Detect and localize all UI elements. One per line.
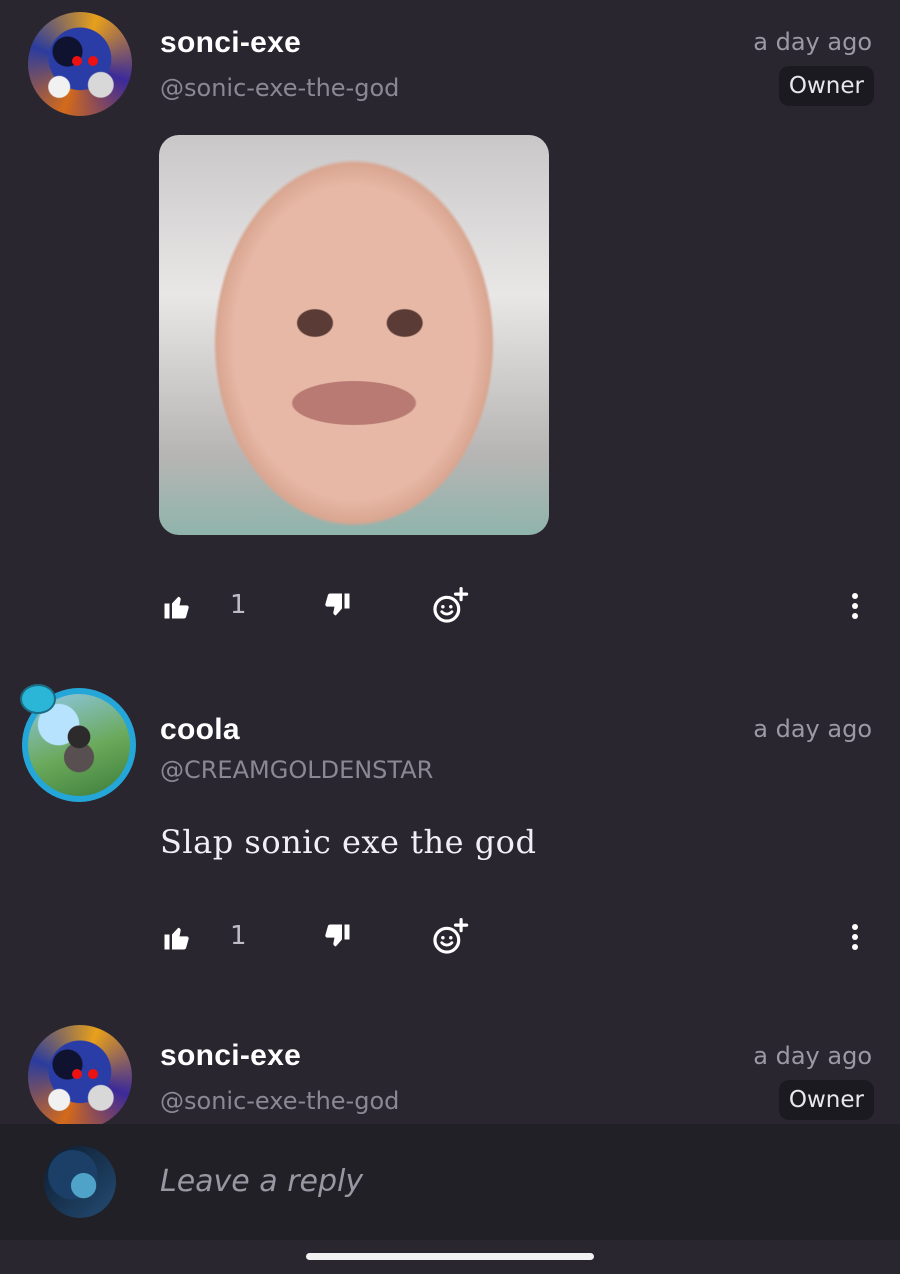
comment-author-handle[interactable]: @sonic-exe-the-god — [160, 74, 399, 102]
add-reaction-icon — [433, 918, 469, 954]
comment-timestamp: a day ago — [753, 715, 872, 743]
more-options-button[interactable] — [840, 917, 870, 957]
comment-author-name[interactable]: sonci-exe — [160, 1039, 301, 1073]
comment-author-name[interactable]: sonci-exe — [160, 26, 301, 60]
comment-media[interactable] — [159, 135, 549, 535]
avatar[interactable] — [28, 12, 132, 116]
more-vertical-icon — [852, 593, 858, 619]
home-indicator[interactable] — [306, 1253, 594, 1260]
add-reaction-icon — [433, 587, 469, 623]
reply-input[interactable]: Leave a reply — [160, 1164, 363, 1199]
avatar[interactable] — [28, 1025, 132, 1129]
thumbs-down-icon — [325, 593, 350, 616]
comment-actions: 1 — [0, 917, 900, 957]
current-user-avatar[interactable] — [44, 1146, 116, 1218]
like-count: 1 — [230, 590, 247, 620]
more-options-button[interactable] — [840, 586, 870, 626]
comment-author-handle[interactable]: @sonic-exe-the-god — [160, 1087, 399, 1115]
dislike-button[interactable] — [320, 586, 354, 626]
comment-actions: 1 — [0, 586, 900, 626]
more-vertical-icon — [852, 924, 858, 950]
thumbs-up-icon — [164, 927, 189, 950]
dislike-button[interactable] — [320, 917, 354, 957]
comment-timestamp: a day ago — [753, 28, 872, 56]
like-button[interactable] — [160, 917, 194, 957]
comment-author-name[interactable]: coola — [160, 713, 240, 747]
like-button[interactable] — [160, 586, 194, 626]
thumbs-down-icon — [325, 924, 350, 947]
add-reaction-button[interactable] — [430, 917, 470, 957]
comment-text: Slap sonic exe the god — [160, 823, 537, 861]
comment-author-handle[interactable]: @CREAMGOLDENSTAR — [160, 756, 433, 784]
like-count: 1 — [230, 921, 247, 951]
avatar-decoration-icon — [20, 684, 56, 714]
add-reaction-button[interactable] — [430, 586, 470, 626]
owner-badge: Owner — [778, 1080, 874, 1120]
avatar[interactable] — [20, 684, 136, 802]
comment-timestamp: a day ago — [753, 1042, 872, 1070]
thumbs-up-icon — [164, 596, 189, 619]
reply-bar: Leave a reply — [0, 1124, 900, 1240]
owner-badge: Owner — [778, 66, 874, 106]
